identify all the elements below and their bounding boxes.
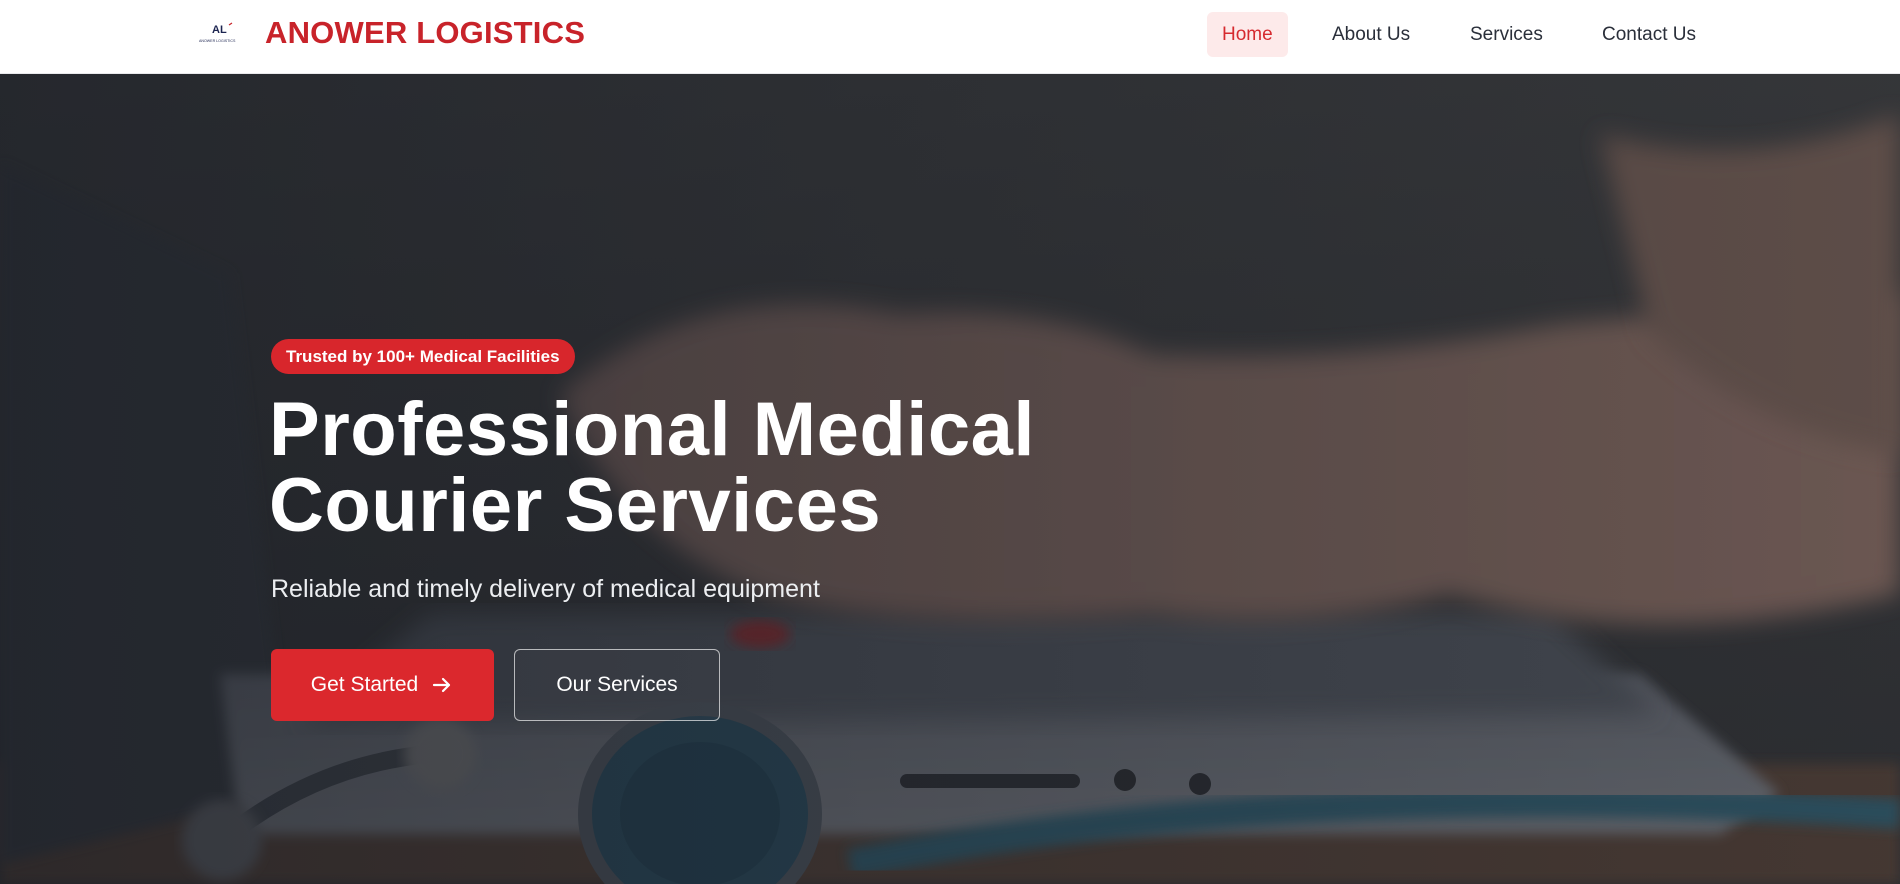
svg-text:ANOWER LOGISTICS: ANOWER LOGISTICS <box>199 39 236 43</box>
brand-name[interactable]: ANOWER LOGISTICS <box>265 15 585 51</box>
get-started-button[interactable]: Get Started <box>271 649 494 721</box>
get-started-label: Get Started <box>310 673 419 696</box>
hero-subtitle: Reliable and timely delivery of medical … <box>271 575 820 603</box>
hero-headline-line-2: Courier Services <box>269 463 882 548</box>
trust-badge: Trusted by 100+ Medical Facilities <box>271 339 575 374</box>
nav-home[interactable]: Home <box>1207 12 1288 57</box>
hero-headline-line-1: Professional Medical <box>269 387 1036 472</box>
nav-services[interactable]: Services <box>1455 12 1558 57</box>
our-services-label: Our Services <box>556 673 678 696</box>
site-header: AL ANOWER LOGISTICS ANOWER LOGISTICS Hom… <box>0 0 1900 74</box>
company-logo-icon[interactable]: AL ANOWER LOGISTICS <box>198 22 244 46</box>
nav-about-us[interactable]: About Us <box>1317 12 1425 57</box>
svg-text:AL: AL <box>212 24 227 36</box>
hero-headline: Professional Medical Courier Services <box>269 392 1169 544</box>
hero-section: Trusted by 100+ Medical Facilities Profe… <box>0 74 1900 884</box>
arrow-right-icon <box>433 677 451 693</box>
nav-contact-us[interactable]: Contact Us <box>1587 12 1711 57</box>
our-services-button[interactable]: Our Services <box>514 649 720 721</box>
